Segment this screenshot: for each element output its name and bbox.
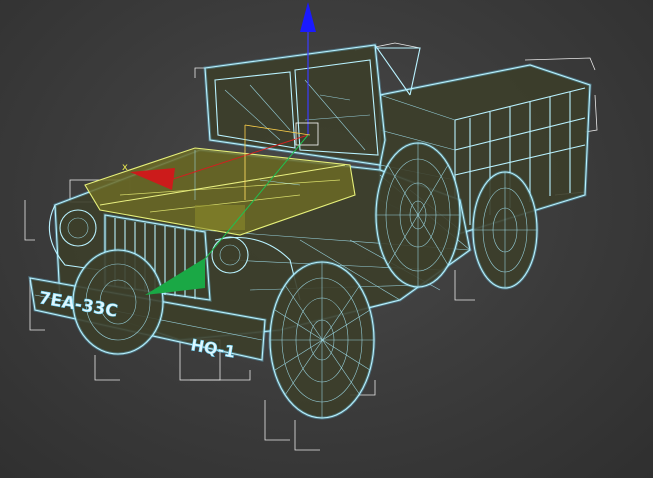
wireframe-truck-scene[interactable]: 7EA-33C HQ-1 x bbox=[0, 0, 653, 478]
rear-wheel bbox=[471, 170, 539, 290]
front-right-wheel bbox=[268, 260, 376, 420]
windshield bbox=[203, 43, 387, 167]
3d-viewport[interactable]: 7EA-33C HQ-1 x bbox=[0, 0, 653, 478]
x-axis-label: x bbox=[122, 162, 128, 173]
spare-wheel bbox=[374, 141, 462, 289]
z-axis-arrow-icon[interactable] bbox=[300, 2, 316, 32]
